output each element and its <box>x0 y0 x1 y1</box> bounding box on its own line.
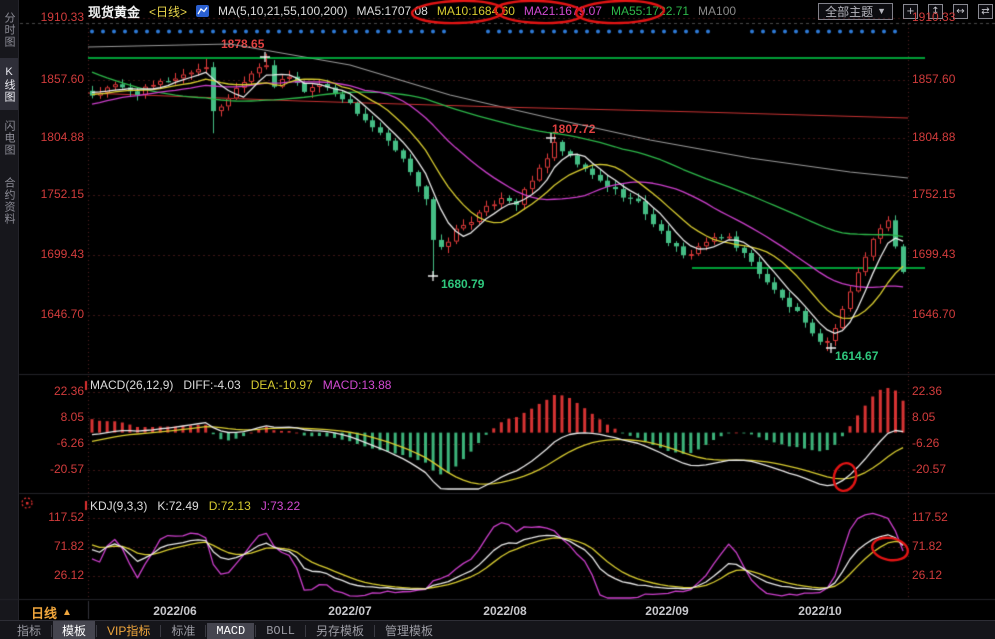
y-axis-label-right: 1857.60 <box>912 72 956 86</box>
ma10-value: MA10:1684.60 <box>436 4 515 18</box>
ma5-value: MA5:1707.08 <box>356 4 428 18</box>
y-axis-label-left: 8.05 <box>60 410 84 424</box>
y-axis-label-right: 1646.70 <box>912 307 956 321</box>
symbol-name: 现货黄金 <box>88 4 141 20</box>
panel-toggle-icon[interactable]: ⇄ <box>978 3 993 19</box>
y-axis-label-left: 71.82 <box>53 539 84 553</box>
tab-separator <box>305 624 307 637</box>
price-annotation: 1614.67 <box>835 349 879 363</box>
tab-separator <box>160 624 162 637</box>
triangle-up-icon: ▲ <box>62 607 72 618</box>
y-axis-label-right: 26.12 <box>912 568 943 582</box>
y-axis-label-right: 1804.88 <box>912 130 956 144</box>
tab-vip-indicators[interactable]: VIP指标 <box>98 621 159 639</box>
tab-standard[interactable]: 标准 <box>162 621 204 639</box>
y-axis-label-left: 117.52 <box>48 510 84 524</box>
sidebar-item-timeshare[interactable]: 分时图 <box>0 6 18 54</box>
x-axis-date-label: 2022/08 <box>483 604 527 618</box>
kdj-params: KDJ(9,3,3) <box>90 499 148 513</box>
y-axis-label-right: -6.26 <box>912 436 940 450</box>
y-axis-label-left: 22.36 <box>53 384 84 398</box>
y-axis-label-right: 1752.15 <box>912 187 956 201</box>
x-axis-date-label: 2022/07 <box>328 604 372 618</box>
y-axis-label-left: 1804.88 <box>40 130 84 144</box>
y-axis-label-left: 1752.15 <box>40 187 84 201</box>
y-axis-label-right: 22.36 <box>912 384 943 398</box>
price-annotation: 1807.72 <box>552 122 596 136</box>
tab-templates[interactable]: 模板 <box>53 621 96 639</box>
tab-macd[interactable]: MACD <box>207 622 255 639</box>
macd-params: MACD(26,12,9) <box>90 378 174 392</box>
y-axis-label-left: 1910.33 <box>40 10 84 24</box>
y-axis-label-right: 8.05 <box>912 410 936 424</box>
y-axis-label-left: -20.57 <box>49 462 84 476</box>
sidebar-item-kline[interactable]: K线图 <box>0 58 18 110</box>
tab-separator <box>96 624 98 637</box>
y-axis-label-left: 1699.43 <box>40 247 84 261</box>
left-sidebar: 分时图 K线图 闪电图 合约资料 <box>0 0 19 620</box>
kdj-panel-header: KDJ(9,3,3) K:72.49 D:72.13 J:73.22 <box>90 499 300 513</box>
y-axis-label-right: -20.57 <box>912 462 947 476</box>
chevron-down-icon: ▼ <box>877 6 886 16</box>
macd-dea-value: DEA:-10.97 <box>250 378 313 392</box>
macd-diff-value: DIFF:-4.03 <box>183 378 241 392</box>
y-axis-label-left: -6.26 <box>56 436 84 450</box>
kdj-d-value: D:72.13 <box>208 499 251 513</box>
ma-config-label: MA(5,10,21,55,100,200) <box>218 4 348 18</box>
theme-selector-button[interactable]: 全部主题 ▼ <box>818 2 893 20</box>
trading-app-window: 分时图 K线图 闪电图 合约资料 现货黄金 <日线> MA(5,10,21,55… <box>0 0 995 639</box>
x-axis-date-label: 2022/09 <box>645 604 689 618</box>
sidebar-item-lightning[interactable]: 闪电图 <box>0 114 18 162</box>
price-annotation: 1680.79 <box>441 277 485 291</box>
tab-separator <box>255 624 257 637</box>
y-axis-label-right: 117.52 <box>912 510 948 524</box>
tab-separator <box>205 624 207 637</box>
y-axis-label-right: 1910.33 <box>912 10 956 24</box>
macd-panel-header: MACD(26,12,9) DIFF:-4.03 DEA:-10.97 MACD… <box>90 378 391 392</box>
ma21-value: MA21:1679.07 <box>523 4 602 18</box>
kdj-k-value: K:72.49 <box>157 499 199 513</box>
period-tag: <日线> <box>149 4 188 19</box>
bottom-tab-bar: 指标 模板 VIP指标 标准 MACD BOLL 另存模板 管理模板 <box>0 620 995 639</box>
price-annotation: 1878.65 <box>221 37 265 51</box>
y-axis-label-right: 71.82 <box>912 539 943 553</box>
tab-separator <box>374 624 376 637</box>
y-axis-label-left: 1857.60 <box>40 72 84 86</box>
ma55-value: MA55:1722.71 <box>610 4 690 18</box>
tab-manage-templates[interactable]: 管理模板 <box>376 621 442 639</box>
y-axis-label-left: 26.12 <box>53 568 84 582</box>
tab-separator <box>51 624 53 637</box>
x-axis-date-label: 2022/06 <box>153 604 197 618</box>
x-axis-date-label: 2022/10 <box>798 604 842 618</box>
macd-macd-value: MACD:13.88 <box>322 378 392 392</box>
theme-button-label: 全部主题 <box>825 4 874 19</box>
tab-save-template[interactable]: 另存模板 <box>307 621 373 639</box>
tab-indicators[interactable]: 指标 <box>8 621 50 639</box>
ma100-label: MA100 <box>698 4 737 18</box>
kdj-j-value: J:73.22 <box>260 499 301 513</box>
chart-header: 现货黄金 <日线> MA(5,10,21,55,100,200) MA5:170… <box>88 0 993 22</box>
sidebar-item-contract-info[interactable]: 合约资料 <box>0 166 18 236</box>
y-axis-label-left: 1646.70 <box>40 307 84 321</box>
chart-type-icon[interactable] <box>196 5 210 17</box>
tab-boll[interactable]: BOLL <box>257 623 304 639</box>
y-axis-label-right: 1699.43 <box>912 247 956 261</box>
